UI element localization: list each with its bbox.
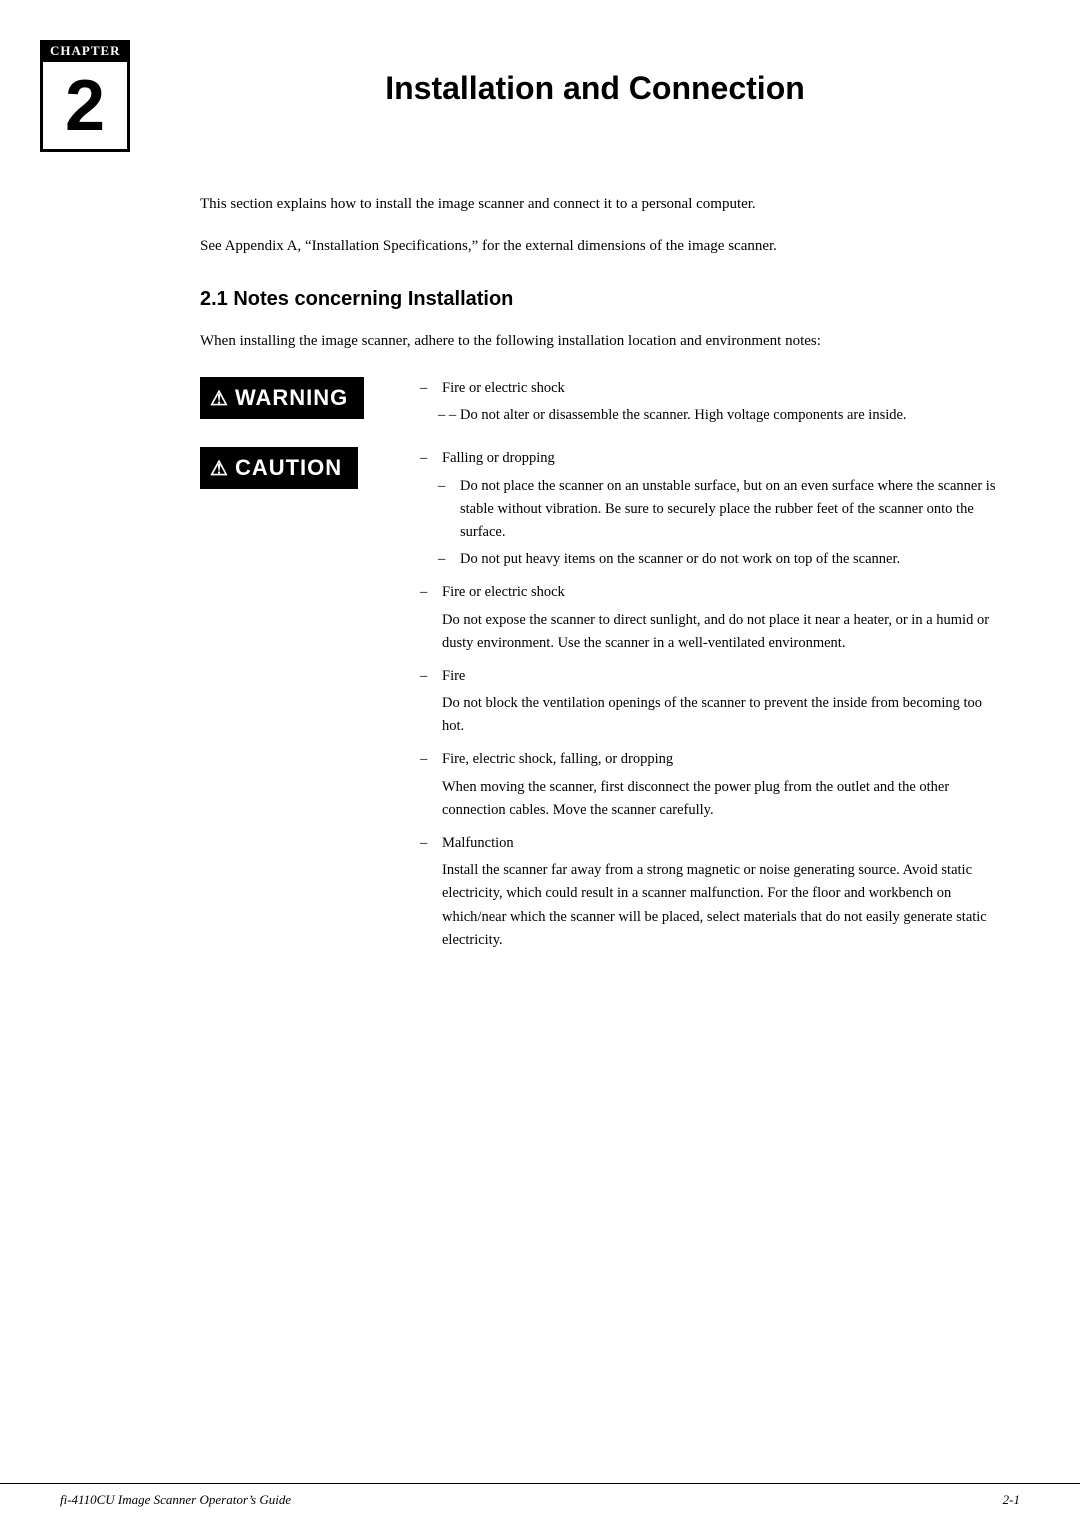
caution-fire2-header: – Fire — [420, 665, 1000, 688]
intro-para1: This section explains how to install the… — [200, 192, 1000, 216]
caution-fire3-block: – Fire, electric shock, falling, or drop… — [420, 748, 1000, 822]
caution-icon: ⚠ — [210, 456, 229, 481]
chapter-box: CHAPTER 2 — [40, 40, 130, 152]
warning-badge: ⚠ WARNING — [200, 377, 364, 419]
caution-fire-block: – Fire or electric shock Do not expose t… — [420, 581, 1000, 655]
falling-sub1-text: Do not place the scanner on an unstable … — [460, 475, 1000, 545]
falling-label: Falling or dropping — [442, 447, 1000, 470]
caution-badge-area: ⚠ CAUTION — [200, 447, 400, 489]
page-title: Installation and Connection — [170, 40, 1020, 107]
warning-dash-label: – Fire or electric shock — [420, 377, 1000, 400]
warning-sub-dash: – – — [438, 404, 460, 427]
warning-content: – Fire or electric shock – – Do not alte… — [420, 377, 1000, 437]
malfunction-body: Install the scanner far away from a stro… — [442, 859, 1000, 952]
caution-fire2-block: – Fire Do not block the ventilation open… — [420, 665, 1000, 739]
caution-falling-block: – Falling or dropping – Do not place the… — [420, 447, 1000, 571]
malfunction-label: Malfunction — [442, 832, 1000, 855]
caution-malfunction-block: – Malfunction Install the scanner far aw… — [420, 832, 1000, 952]
caution-content: – Falling or dropping – Do not place the… — [420, 447, 1000, 962]
chapter-number: 2 — [40, 62, 130, 152]
dash4: – — [420, 748, 442, 771]
warning-dash: – — [420, 377, 442, 400]
intro-para2: See Appendix A, “Installation Specificat… — [200, 234, 1000, 258]
warning-badge-area: ⚠ WARNING — [200, 377, 400, 419]
warning-fire-item: – Fire or electric shock – – Do not alte… — [420, 377, 1000, 427]
fire2-label: Fire — [442, 665, 1000, 688]
fire3-label: Fire, electric shock, falling, or droppi… — [442, 748, 1000, 771]
footer-page: 2-1 — [1003, 1492, 1020, 1508]
caution-label: CAUTION — [235, 455, 342, 481]
dash2: – — [420, 581, 442, 604]
content-area: This section explains how to install the… — [0, 172, 1080, 992]
fire2-body: Do not block the ventilation openings of… — [442, 692, 1000, 738]
section-2-1-intro: When installing the image scanner, adher… — [200, 329, 1000, 353]
caution-falling-sub2: – Do not put heavy items on the scanner … — [438, 548, 1000, 571]
warning-sub-text: Do not alter or disassemble the scanner.… — [460, 404, 1000, 427]
falling-sub2-text: Do not put heavy items on the scanner or… — [460, 548, 1000, 571]
warning-label: WARNING — [235, 385, 348, 411]
page-container: CHAPTER 2 Installation and Connection Th… — [0, 0, 1080, 1528]
caution-block: ⚠ CAUTION – Falling or dropping – Do not… — [200, 447, 1000, 962]
caution-falling-sub1: – Do not place the scanner on an unstabl… — [438, 475, 1000, 545]
fire-label: Fire or electric shock — [442, 581, 1000, 604]
fire-body: Do not expose the scanner to direct sunl… — [442, 609, 1000, 655]
dash3: – — [420, 665, 442, 688]
footer-title: fi-4110CU Image Scanner Operator’s Guide — [60, 1492, 291, 1508]
warning-sub-item: – – Do not alter or disassemble the scan… — [438, 404, 1000, 427]
warning-block: ⚠ WARNING – Fire or electric shock – – D… — [200, 377, 1000, 437]
warning-fire-label: Fire or electric shock — [442, 377, 1000, 400]
fire3-body: When moving the scanner, first disconnec… — [442, 776, 1000, 822]
caution-falling-header: – Falling or dropping — [420, 447, 1000, 470]
caution-fire-header: – Fire or electric shock — [420, 581, 1000, 604]
section-2-1-heading: 2.1 Notes concerning Installation — [200, 288, 1000, 311]
chapter-label: CHAPTER — [40, 40, 130, 62]
dash5: – — [420, 832, 442, 855]
caution-malfunction-header: – Malfunction — [420, 832, 1000, 855]
dash1: – — [420, 447, 442, 470]
header-area: CHAPTER 2 Installation and Connection — [0, 0, 1080, 172]
subdash2: – — [438, 548, 460, 571]
page-footer: fi-4110CU Image Scanner Operator’s Guide… — [0, 1483, 1080, 1508]
caution-fire3-header: – Fire, electric shock, falling, or drop… — [420, 748, 1000, 771]
warning-icon: ⚠ — [210, 386, 229, 411]
subdash1: – — [438, 475, 460, 545]
caution-badge: ⚠ CAUTION — [200, 447, 358, 489]
